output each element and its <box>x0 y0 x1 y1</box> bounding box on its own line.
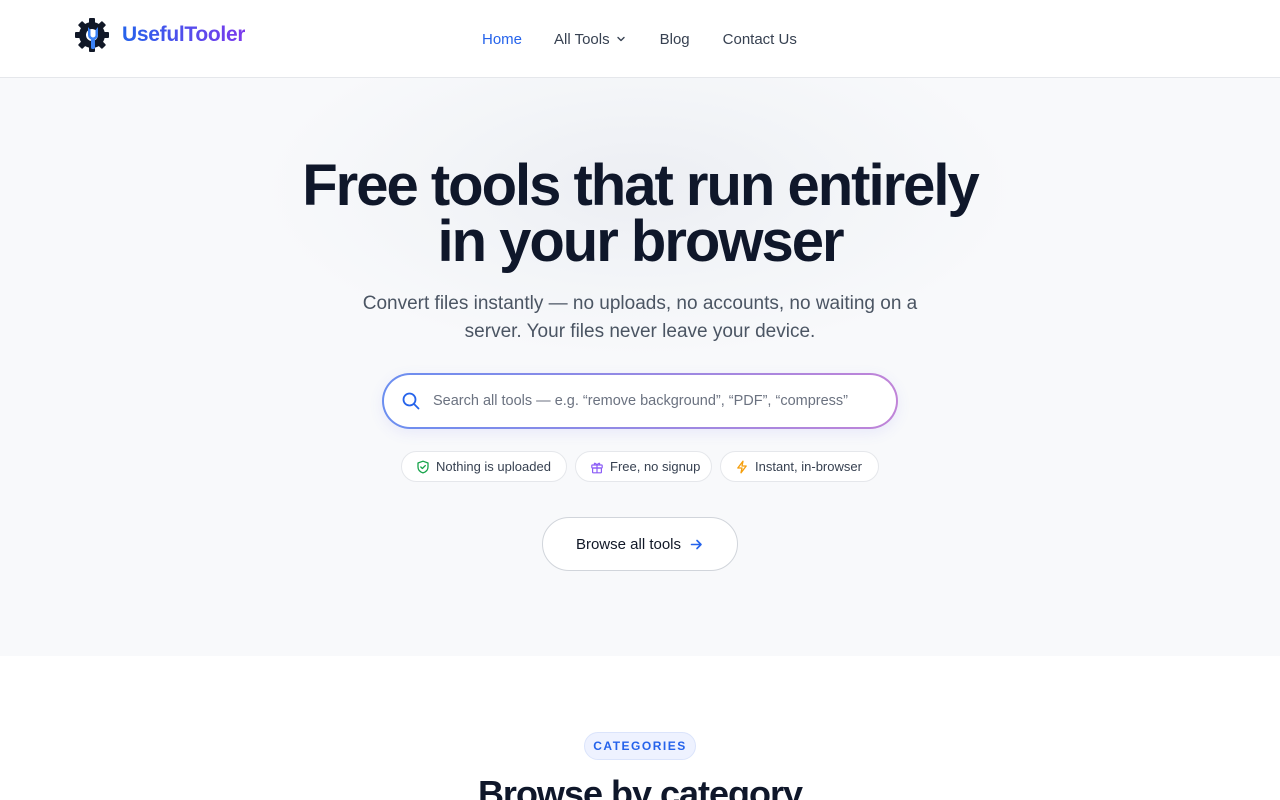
search-box <box>382 373 898 429</box>
hero-subtitle-line-2: server. Your files never leave your devi… <box>464 321 816 342</box>
brand-name: UsefulTooler <box>122 23 246 46</box>
nav-all-tools-label: All Tools <box>554 30 610 48</box>
arrow-right-icon <box>690 539 702 549</box>
nav-home[interactable]: Home <box>482 31 522 48</box>
categories-title: Browse by category <box>477 773 803 800</box>
badge-label: Nothing is uploaded <box>436 459 551 474</box>
search-icon <box>402 392 420 410</box>
brand-logo-link[interactable]: UsefulTooler <box>74 17 246 53</box>
nav-blog[interactable]: Blog <box>660 31 690 48</box>
badge-label: Free, no signup <box>610 459 701 474</box>
gift-icon <box>591 462 603 473</box>
hero-title: Free tools that run entirely in your bro… <box>0 157 1280 271</box>
nav-contact-us[interactable]: Contact Us <box>723 31 797 48</box>
badge-nothing-uploaded: Nothing is uploaded <box>401 451 567 482</box>
badge-free-no-signup: Free, no signup <box>575 451 712 482</box>
nav-all-tools[interactable]: All Tools <box>554 31 627 48</box>
badge-instant-in-browser: Instant, in-browser <box>720 451 879 482</box>
hero-subtitle-line-1: Convert files instantly — no uploads, no… <box>362 293 918 314</box>
browse-all-tools-label: Browse all tools <box>575 535 682 553</box>
badge-label: Instant, in-browser <box>755 459 862 474</box>
main-nav: Home All Tools Blog Contact Us <box>482 28 797 50</box>
site-header: UsefulTooler Home All Tools Blog Contact… <box>0 0 1280 78</box>
hero-title-line-2: in your browser <box>437 209 844 274</box>
browse-all-tools-button[interactable]: Browse all tools <box>542 517 738 571</box>
search-box-inner <box>384 375 896 427</box>
lightning-icon <box>737 460 747 473</box>
shield-check-icon <box>417 460 429 474</box>
gear-wrench-icon <box>75 18 109 52</box>
search-input[interactable] <box>433 393 873 409</box>
chevron-down-icon <box>616 36 625 42</box>
hero-subtitle: Convert files instantly — no uploads, no… <box>340 290 940 346</box>
hero-section: Free tools that run entirely in your bro… <box>0 78 1280 656</box>
categories-eyebrow: CATEGORIES <box>584 732 696 760</box>
